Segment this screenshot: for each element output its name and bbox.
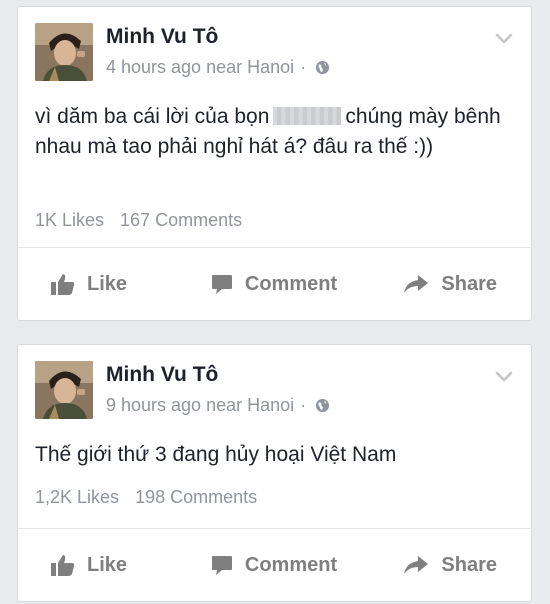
thumbs-up-icon: [51, 274, 75, 295]
action-bar: Like Comment Share: [18, 528, 531, 601]
action-bar: Like Comment Share: [18, 247, 531, 320]
likes-count[interactable]: 1,2K Likes: [35, 487, 119, 507]
share-button[interactable]: Share: [348, 554, 531, 577]
author-name[interactable]: Minh Vu Tô: [106, 363, 218, 387]
share-arrow-icon: [404, 275, 429, 293]
comments-count[interactable]: 167 Comments: [120, 210, 242, 230]
likes-count[interactable]: 1K Likes: [35, 210, 104, 230]
post-meta: 4 hours ago near Hanoi ·: [106, 57, 330, 78]
post-stats: 1,2K Likes 198 Comments: [35, 487, 257, 508]
comment-button[interactable]: Comment: [200, 273, 349, 296]
comment-label: Comment: [244, 553, 338, 576]
share-label: Share: [441, 553, 498, 576]
comments-count[interactable]: 198 Comments: [135, 487, 257, 507]
avatar[interactable]: [35, 361, 93, 419]
meta-separator: ·: [300, 57, 307, 77]
chevron-down-icon[interactable]: [495, 33, 513, 45]
post-text: vì dăm ba cái lời của bọn chúng mày bênh …: [35, 102, 509, 162]
like-button[interactable]: Like: [18, 273, 200, 296]
comment-label: Comment: [244, 272, 338, 295]
share-arrow-icon: [404, 556, 429, 574]
share-button[interactable]: Share: [348, 273, 531, 296]
like-label: Like: [87, 553, 128, 576]
post-meta: 9 hours ago near Hanoi ·: [106, 395, 330, 416]
post-text: Thế giới thứ 3 đang hủy hoại Việt Nam: [35, 443, 397, 466]
post-text-before: vì dăm ba cái lời của bọn: [35, 105, 270, 128]
post-card: Minh Vu Tô 9 hours ago near Hanoi · Thế …: [17, 344, 532, 602]
chevron-down-icon[interactable]: [495, 371, 513, 383]
comment-button[interactable]: Comment: [200, 554, 349, 577]
redacted-block: [273, 107, 342, 125]
thumbs-up-icon: [51, 555, 75, 576]
post-timestamp[interactable]: 9 hours ago near Hanoi: [106, 395, 294, 416]
post-card: Minh Vu Tô 4 hours ago near Hanoi · vì d…: [17, 6, 532, 321]
post-timestamp[interactable]: 4 hours ago near Hanoi: [106, 57, 294, 78]
like-label: Like: [87, 272, 128, 295]
globe-icon: [316, 60, 330, 75]
post-stats: 1K Likes 167 Comments: [35, 210, 242, 231]
meta-separator: ·: [300, 395, 307, 415]
avatar[interactable]: [35, 23, 93, 81]
author-name[interactable]: Minh Vu Tô: [106, 25, 218, 49]
like-button[interactable]: Like: [18, 554, 200, 577]
globe-icon: [316, 398, 330, 413]
speech-bubble-icon: [211, 556, 232, 575]
speech-bubble-icon: [211, 275, 232, 294]
share-label: Share: [441, 272, 498, 295]
